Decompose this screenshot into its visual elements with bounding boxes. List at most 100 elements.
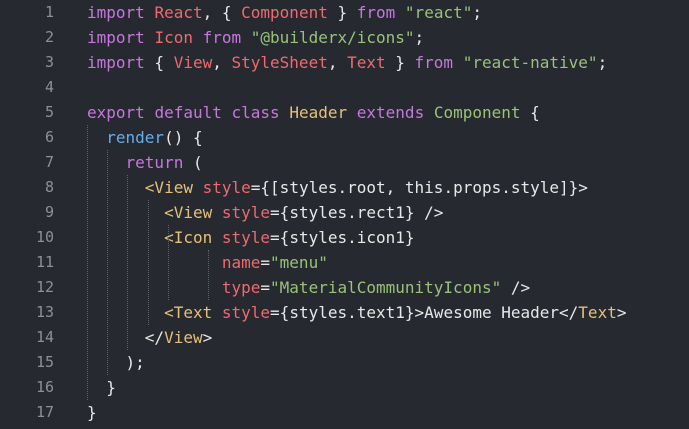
code-token: = (260, 278, 271, 297)
line-number: 7 (44, 153, 54, 171)
indent-guide (208, 250, 209, 300)
code-token: type (221, 278, 261, 297)
line-number: 6 (44, 128, 54, 146)
code-text: </View> (87, 325, 212, 350)
code-token: Text (578, 303, 617, 322)
code-token: , { (202, 3, 242, 22)
code-token: name (221, 253, 261, 272)
line-number: 5 (44, 103, 54, 121)
line-number: 8 (44, 178, 54, 196)
code-text: import React, { Component } from "react"… (87, 0, 482, 25)
code-text: <Icon style={styles.icon1} (87, 225, 415, 250)
code-text: import Icon from "@builderx/icons"; (87, 25, 424, 50)
code-line[interactable]: 1 import React, { Component } from "react… (0, 0, 689, 25)
code-line[interactable]: 15 ); (0, 350, 689, 375)
code-text: return ( (87, 150, 203, 175)
code-text: <Text style={styles.text1}>Awesome Heade… (87, 300, 626, 325)
code-token: } (87, 403, 97, 422)
code-token: <View (164, 203, 213, 222)
code-token: > (616, 303, 627, 322)
code-line[interactable]: 6 render() { (0, 125, 689, 150)
code-line[interactable]: 13 <Text style={styles.text1}>Awesome He… (0, 300, 689, 325)
code-token: , (327, 53, 348, 72)
code-text: type="MaterialCommunityIcons" /> (87, 275, 530, 300)
indent-guide (148, 200, 149, 325)
code-line[interactable]: 8 <View style={[styles.root, this.props.… (0, 175, 689, 200)
code-token: ); (87, 353, 145, 372)
code-text: <View style={[styles.root, this.props.st… (87, 175, 588, 200)
code-line[interactable]: 14 </View> (0, 325, 689, 350)
code-line[interactable]: 16 } (0, 375, 689, 400)
code-line[interactable]: 3 import { View, StyleSheet, Text } from … (0, 50, 689, 75)
code-token: = (260, 253, 271, 272)
code-text: <View style={styles.rect1} /> (87, 200, 443, 225)
code-token: "MaterialCommunityIcons" (270, 278, 502, 297)
code-line[interactable]: 11 name="menu" (0, 250, 689, 275)
indent-guide (168, 225, 169, 300)
code-token: from (202, 28, 242, 47)
code-token: ={styles.rect1} /> (270, 203, 444, 222)
code-token: ={styles.icon1} (270, 228, 415, 247)
code-line[interactable]: 17} (0, 400, 689, 425)
code-token: "react" (404, 3, 473, 22)
code-token: import (87, 53, 145, 72)
code-token: return (125, 153, 184, 172)
code-line[interactable]: 10 <Icon style={styles.icon1} (0, 225, 689, 250)
code-line[interactable]: 4 (0, 75, 689, 100)
code-editor[interactable]: 1 import React, { Component } from "react… (0, 0, 689, 429)
code-token: style (221, 228, 271, 247)
code-line[interactable]: 12 type="MaterialCommunityIcons" /> (0, 275, 689, 300)
code-token: <Icon (164, 228, 213, 247)
code-text: ); (87, 350, 145, 375)
code-token: import (87, 28, 145, 47)
code-token: style (221, 303, 271, 322)
code-token: { (520, 103, 540, 122)
code-token: > (202, 328, 213, 347)
code-token: <View (144, 178, 193, 197)
code-line[interactable]: 7 return ( (0, 150, 689, 175)
line-number: 12 (35, 278, 54, 296)
code-token: { (144, 53, 174, 72)
code-token: ={styles.text1}>Awesome Header</ (270, 303, 579, 322)
code-token: () { (164, 128, 203, 147)
code-token: </ (87, 328, 165, 347)
indent-guide (87, 125, 88, 400)
code-line[interactable]: 2 import Icon from "@builderx/icons"; (0, 25, 689, 50)
code-token: Component (433, 103, 521, 122)
code-line[interactable]: 5 export default class Header extends Com… (0, 100, 689, 125)
code-token: from (414, 53, 454, 72)
code-token: default (154, 103, 222, 122)
code-token: import (87, 3, 145, 22)
code-text: } (87, 375, 116, 400)
code-token: /> (501, 278, 531, 297)
code-token: Text (347, 53, 386, 72)
code-token: StyleSheet (231, 53, 328, 72)
code-line[interactable]: 9 <View style={styles.rect1} /> (0, 200, 689, 225)
code-token: "menu" (270, 253, 328, 272)
code-token: ; (597, 53, 608, 72)
code-token: extends (356, 103, 425, 122)
code-text: } (87, 400, 97, 425)
indent-guide (127, 175, 128, 350)
code-token: Component (241, 3, 328, 22)
line-number: 2 (44, 28, 54, 46)
line-number: 14 (35, 328, 54, 346)
code-token: } (385, 53, 415, 72)
code-token: } (327, 3, 357, 22)
code-text: render() { (87, 125, 203, 150)
